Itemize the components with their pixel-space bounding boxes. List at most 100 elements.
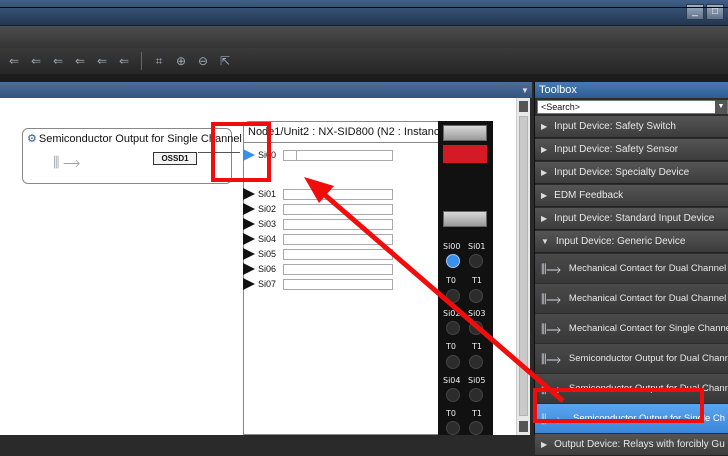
scroll-down-icon[interactable]	[519, 421, 528, 432]
tool-icon-3[interactable]: ⇐	[50, 53, 66, 69]
expand-arrow-icon: ▶	[541, 214, 548, 223]
tool-icon-4[interactable]: ⇐	[72, 53, 88, 69]
terminal-led	[469, 388, 483, 402]
io-row-si01[interactable]: Si01	[243, 188, 393, 200]
io-variable-field[interactable]	[283, 188, 393, 200]
category-output-relays[interactable]: ▶ Output Device: Relays with forcibly Gu	[535, 434, 728, 456]
terminal-label: Si03	[468, 309, 486, 318]
nx-sid800-device: Si00 Si01 T0 T1 Si02 Si03 T0 T1 Si04 Si0…	[438, 121, 493, 435]
tab-dropdown-icon[interactable]: ▼	[521, 86, 531, 96]
title-divider	[0, 7, 728, 8]
toolbox-title: Toolbox	[535, 82, 728, 98]
scrollbar-thumb[interactable]	[519, 116, 528, 416]
toolbox-item-mech-dual-paren[interactable]: ⫼⟶ Mechanical Contact for Dual Channel (	[535, 284, 728, 313]
chevron-down-icon[interactable]: ▼	[715, 100, 727, 114]
expand-arrow-icon: ▶	[541, 168, 548, 177]
terminal-led	[446, 321, 460, 335]
tool-icon-5[interactable]: ⇐	[94, 53, 110, 69]
tool-icon-1[interactable]: ⇐	[6, 53, 22, 69]
io-row-si06[interactable]: Si06	[243, 263, 393, 275]
expand-arrow-icon: ▶	[541, 122, 548, 131]
highlight-box-si00	[211, 122, 271, 182]
io-label: Si07	[258, 279, 277, 289]
category-safety-switch[interactable]: ▶ Input Device: Safety Switch	[535, 116, 728, 138]
function-block[interactable]: ⚙ Semiconductor Output for Single Channel…	[22, 128, 242, 184]
terminal-label: Si04	[443, 376, 461, 385]
input-arrow-icon	[243, 233, 255, 245]
io-variable-field[interactable]	[283, 248, 393, 260]
terminal-led	[446, 421, 460, 435]
io-variable-field[interactable]	[283, 203, 393, 215]
expand-arrow-icon: ▶	[541, 191, 548, 200]
zoom-reset-icon[interactable]: ⇱	[217, 53, 233, 69]
terminal-label: Si00	[443, 242, 461, 251]
toolbox-item-semi-dual-1[interactable]: ⫼⟶ Semiconductor Output for Dual Chann	[535, 344, 728, 373]
category-edm-feedback[interactable]: ▶ EDM Feedback	[535, 185, 728, 207]
mechanical-contact-icon: ⫼⟶	[541, 291, 561, 306]
io-variable-field[interactable]	[283, 233, 393, 245]
terminal-led	[469, 254, 483, 268]
terminal-led	[446, 388, 460, 402]
mechanical-contact-icon: ⫼⟶	[541, 261, 561, 276]
gear-icon: ⚙	[27, 133, 37, 145]
input-arrow-icon	[243, 278, 255, 290]
terminal-label: T1	[472, 409, 482, 418]
io-label: Si01	[258, 189, 277, 199]
category-safety-sensor[interactable]: ▶ Input Device: Safety Sensor	[535, 139, 728, 161]
input-arrow-icon	[243, 218, 255, 230]
io-variable-field[interactable]	[283, 218, 393, 230]
io-variable-field[interactable]	[283, 149, 297, 161]
input-arrow-icon	[243, 203, 255, 215]
category-generic-device[interactable]: ▼ Input Device: Generic Device	[535, 231, 728, 253]
io-row-si07[interactable]: Si07	[243, 278, 393, 290]
toolbox-item-mech-single[interactable]: ⫼⟶ Mechanical Contact for Single Channel	[535, 314, 728, 343]
expand-arrow-icon: ▶	[541, 145, 548, 154]
fit-view-icon[interactable]: ⌗	[151, 53, 167, 69]
terminal-led	[469, 321, 483, 335]
expand-arrow-icon: ▶	[541, 440, 548, 449]
terminal-led	[446, 289, 460, 303]
tool-icon-2[interactable]: ⇐	[28, 53, 44, 69]
toolbar: ⇐ ⇐ ⇐ ⇐ ⇐ ⇐ ⌗ ⊕ ⊖ ⇱	[0, 48, 728, 74]
io-label: Si03	[258, 219, 277, 229]
terminal-label: T0	[446, 342, 456, 351]
ossd1-output[interactable]: OSSD1	[153, 152, 197, 165]
terminal-led-si00	[446, 254, 460, 268]
collapse-arrow-icon: ▼	[541, 237, 549, 246]
toolbox-search-input[interactable]: <Search> ▼	[537, 100, 728, 114]
terminal-label: Si01	[468, 242, 486, 251]
terminal-led	[446, 355, 460, 369]
toolbox-panel: Toolbox <Search> ▼ ▶ Input Device: Safety…	[534, 82, 728, 456]
io-variable-field[interactable]	[283, 278, 393, 290]
device-red-indicator	[443, 145, 487, 163]
io-variable-field[interactable]	[283, 263, 393, 275]
io-row-si05[interactable]: Si05	[243, 248, 393, 260]
terminal-label: T1	[472, 342, 482, 351]
semiconductor-output-icon: ⫼ ⟶	[53, 154, 81, 170]
toolbar-gap	[0, 74, 728, 82]
io-row-si02[interactable]: Si02	[243, 203, 393, 215]
terminal-led	[469, 355, 483, 369]
io-label: Si05	[258, 249, 277, 259]
input-arrow-icon	[243, 248, 255, 260]
zoom-out-icon[interactable]: ⊖	[195, 53, 211, 69]
io-row-si03[interactable]: Si03	[243, 218, 393, 230]
category-specialty-device[interactable]: ▶ Input Device: Specialty Device	[535, 162, 728, 184]
mechanical-contact-icon: ⫼⟶	[541, 321, 561, 336]
scroll-up-icon[interactable]	[519, 101, 528, 112]
tool-icon-6[interactable]: ⇐	[116, 53, 132, 69]
terminal-led	[469, 289, 483, 303]
terminal-led	[469, 421, 483, 435]
category-standard-input[interactable]: ▶ Input Device: Standard Input Device	[535, 208, 728, 230]
input-arrow-icon	[243, 188, 255, 200]
io-variable-field[interactable]	[297, 149, 393, 161]
terminal-label: T0	[446, 276, 456, 285]
vertical-scrollbar[interactable]	[516, 98, 530, 435]
zoom-in-icon[interactable]: ⊕	[173, 53, 189, 69]
window-title-bar: _ □	[0, 0, 728, 26]
input-arrow-icon	[243, 263, 255, 275]
toolbox-item-mech-dual-e[interactable]: ⫼⟶ Mechanical Contact for Dual Channel E	[535, 254, 728, 283]
io-row-si04[interactable]: Si04	[243, 233, 393, 245]
semiconductor-output-icon: ⫼⟶	[541, 351, 561, 366]
editor-tab-strip	[0, 82, 532, 98]
